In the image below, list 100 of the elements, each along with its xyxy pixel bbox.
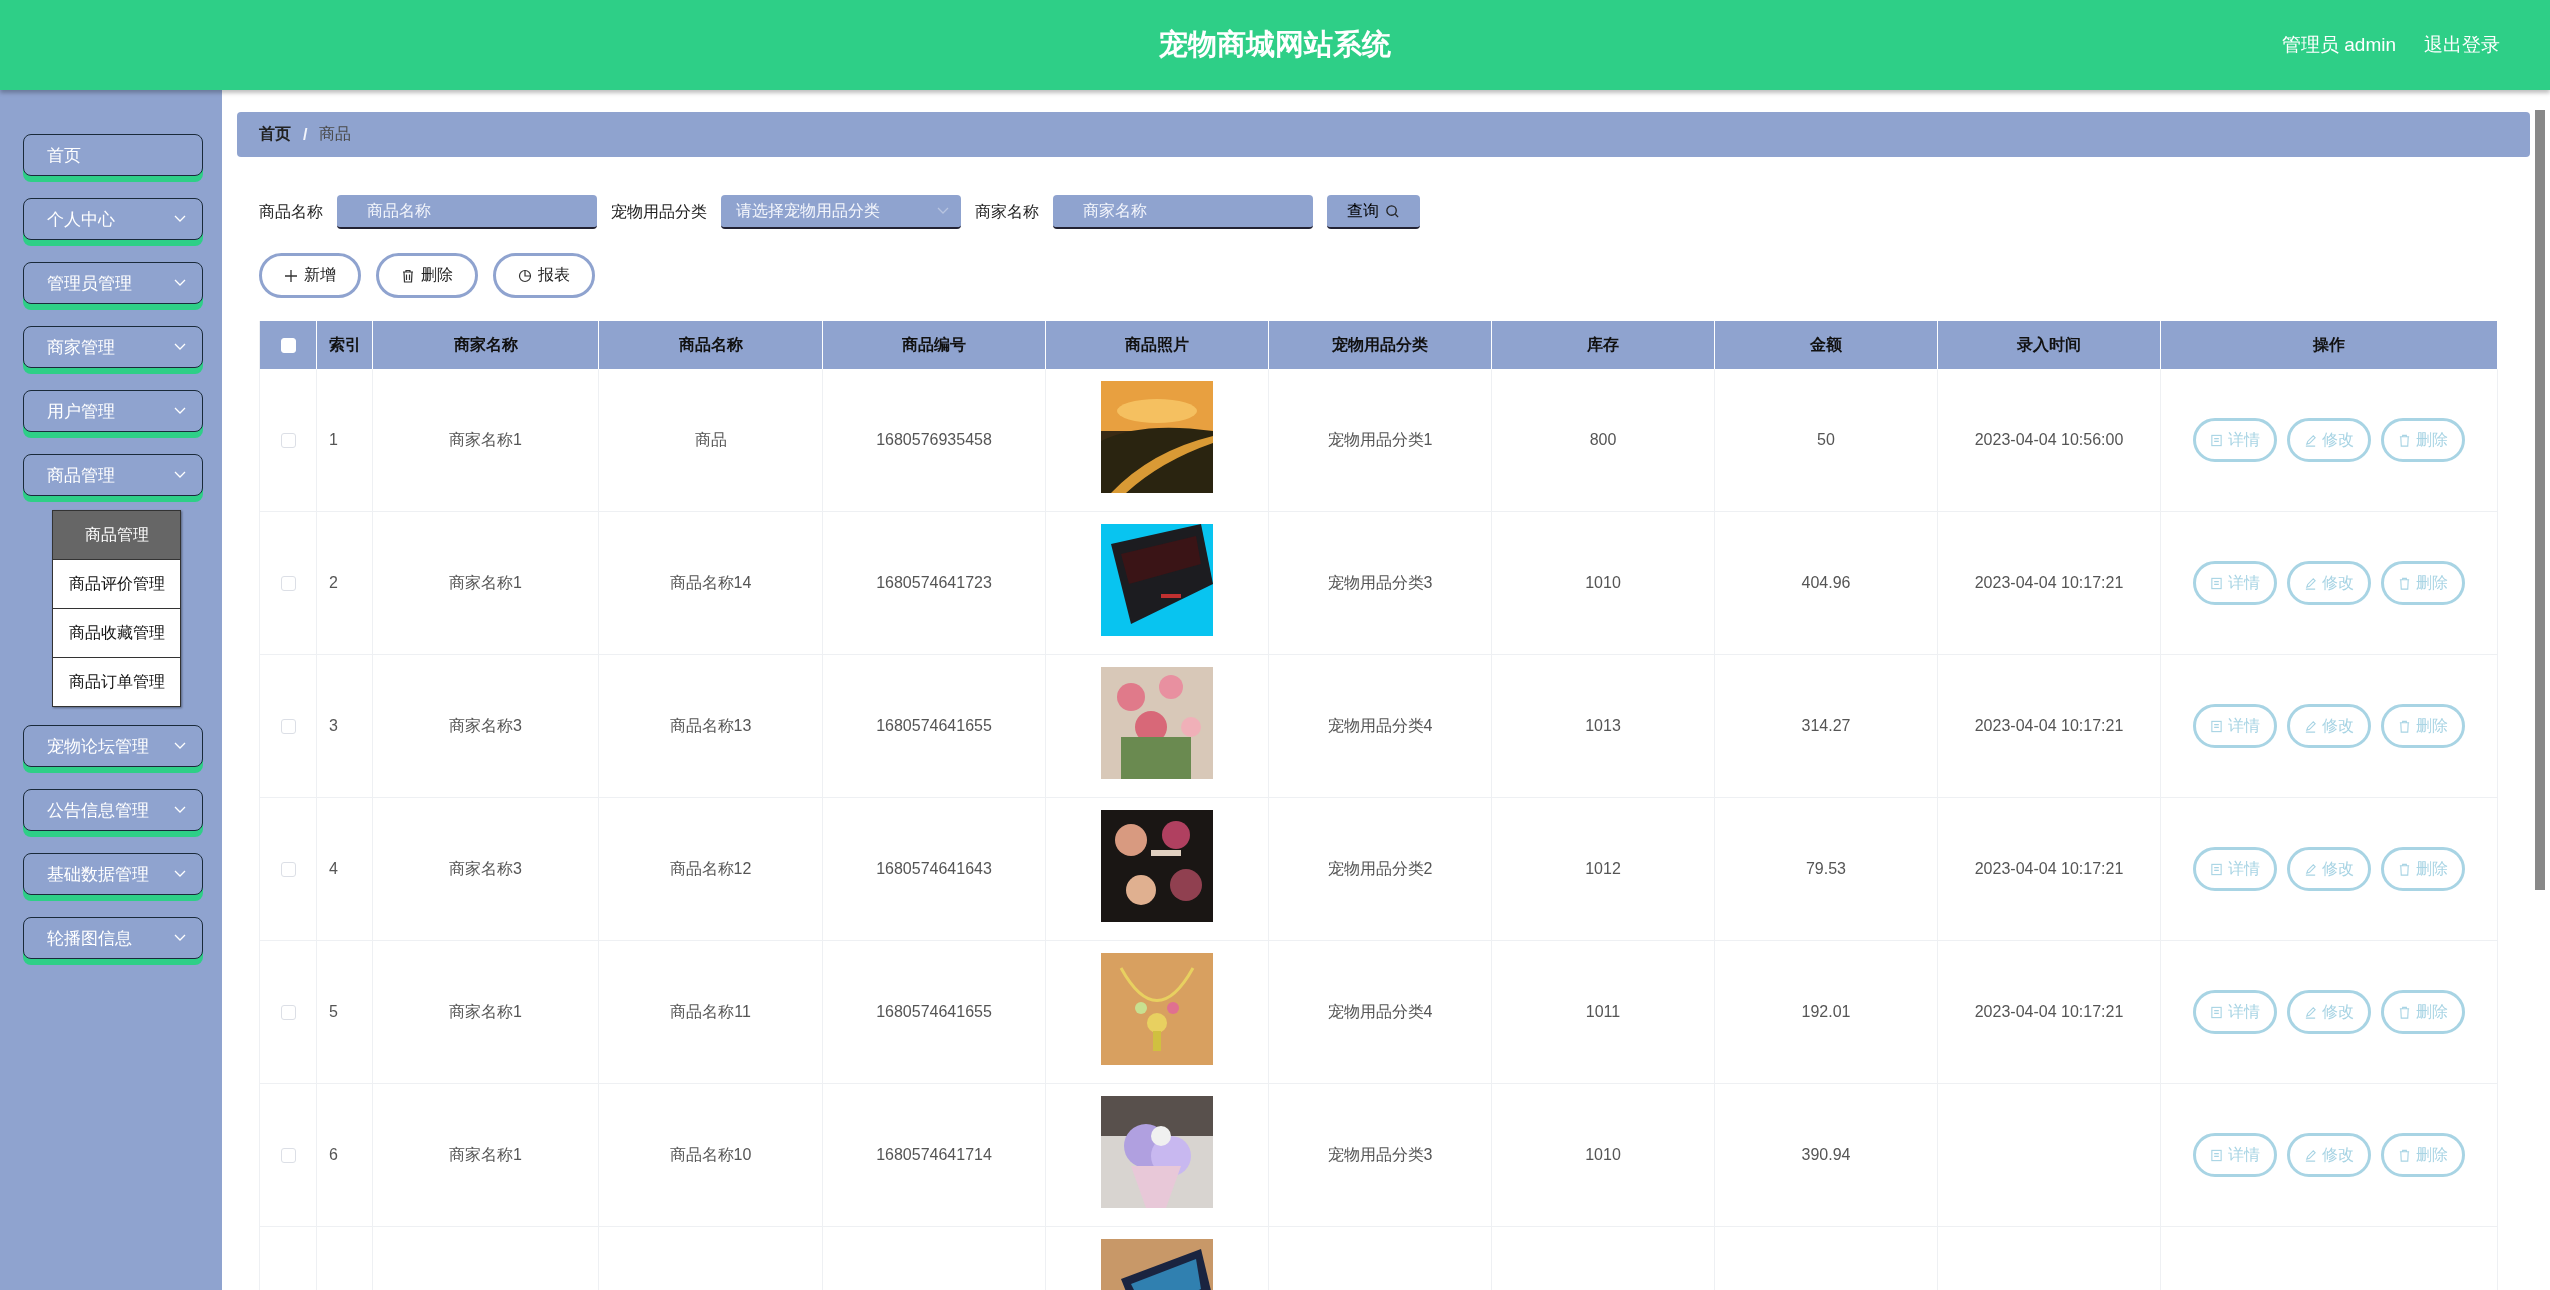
pencil-icon — [2304, 1148, 2317, 1162]
table-cell: 2023-04-04 10:17:21 — [1974, 1003, 2124, 1021]
column-header: 宠物用品分类 — [1332, 334, 1428, 355]
delete-button[interactable]: 删除 — [2381, 990, 2465, 1034]
table-cell: 1010 — [1585, 1146, 1621, 1164]
chevron-icon — [174, 407, 186, 415]
column-header: 金额 — [1810, 334, 1842, 355]
site-title: 宠物商城网站系统 — [1159, 27, 1391, 62]
table-cell-text: 宠物用品分类1 — [1327, 429, 1433, 450]
table-cell: 2023-04-04 10:17:21 — [1974, 574, 2124, 592]
report-button[interactable]: 报表 — [493, 253, 595, 298]
edit-button[interactable]: 修改 — [2287, 418, 2371, 462]
field-label: 商家名称 — [975, 201, 1039, 222]
chevron-icon — [174, 806, 186, 814]
detail-button[interactable]: 详情 — [2193, 704, 2277, 748]
breadcrumb-separator: / — [303, 125, 308, 144]
delete-button[interactable]: 删除 — [2381, 561, 2465, 605]
select-field[interactable]: 请选择宠物用品分类 — [721, 195, 961, 229]
table-cell: 800 — [1589, 431, 1617, 449]
field-label: 宠物用品分类 — [611, 201, 707, 222]
table-cell-text: 商家名称3 — [449, 858, 522, 879]
table-cell: 1011 — [1585, 1003, 1621, 1021]
table-cell-text: 宠物用品分类3 — [1327, 572, 1433, 593]
chevron-icon — [174, 343, 186, 351]
add-button[interactable]: 新增 — [259, 253, 361, 298]
row-checkbox[interactable] — [280, 575, 296, 591]
submenu-item[interactable]: 商品管理 — [53, 511, 180, 559]
table-cell: 5 — [329, 1003, 338, 1021]
field-label: 商品名称 — [259, 201, 323, 222]
document-icon — [2210, 862, 2223, 876]
input-field[interactable]: 商品名称 — [337, 195, 597, 229]
document-icon — [2210, 719, 2223, 733]
column-header: 库存 — [1587, 334, 1619, 355]
select-all-checkbox[interactable] — [280, 337, 296, 353]
table-cell: 2 — [329, 574, 338, 592]
pencil-icon — [2304, 433, 2317, 447]
breadcrumb-link[interactable]: 首页 — [259, 124, 291, 145]
table-cell: 79.53 — [1805, 860, 1846, 878]
trash-icon — [2398, 1148, 2411, 1162]
edit-button[interactable]: 修改 — [2287, 561, 2371, 605]
detail-button[interactable]: 详情 — [2193, 1133, 2277, 1177]
table-cell: 1013 — [1585, 717, 1621, 735]
table-cell-text: 商家名称1 — [449, 1144, 522, 1165]
trash-icon — [2398, 433, 2411, 447]
pencil-icon — [2304, 719, 2317, 733]
scrollbar-thumb[interactable] — [2535, 110, 2545, 890]
edit-button[interactable]: 修改 — [2287, 847, 2371, 891]
row-checkbox[interactable] — [280, 861, 296, 877]
chevron-icon — [174, 742, 186, 750]
row-checkbox[interactable] — [280, 1147, 296, 1163]
column-header: 商家名称 — [453, 334, 518, 355]
table-cell: 1 — [329, 431, 338, 449]
chevron-icon — [174, 870, 186, 878]
table-cell-text: 宠物用品分类2 — [1327, 858, 1433, 879]
table-cell-text: 宠物用品分类4 — [1327, 715, 1433, 736]
table-cell-text: 商品名称11 — [670, 1001, 751, 1022]
search-button[interactable]: 查询 — [1327, 195, 1420, 229]
delete-button[interactable]: 删除 — [2381, 1133, 2465, 1177]
table-cell: 3 — [329, 717, 338, 735]
column-header: 商品照片 — [1125, 334, 1189, 355]
table-cell: 2023-04-04 10:17:21 — [1974, 717, 2124, 735]
delete-button[interactable]: 删除 — [2381, 704, 2465, 748]
submenu-item[interactable]: 商品收藏管理 — [53, 608, 180, 657]
detail-button[interactable]: 详情 — [2193, 990, 2277, 1034]
chevron-icon — [174, 934, 186, 942]
input-field[interactable]: 商家名称 — [1053, 195, 1313, 229]
table-cell: 1010 — [1585, 574, 1621, 592]
trash-icon — [2398, 719, 2411, 733]
submenu-item[interactable]: 商品评价管理 — [53, 559, 180, 608]
trash-icon — [2398, 576, 2411, 590]
pencil-icon — [2304, 1005, 2317, 1019]
detail-button[interactable]: 详情 — [2193, 561, 2277, 605]
chevron-icon — [937, 207, 949, 215]
table-cell-text: 商家名称1 — [449, 1001, 522, 1022]
table-cell: 50 — [1817, 431, 1835, 449]
table-cell-text: 商品名称10 — [669, 1144, 752, 1165]
table-cell: 1680574641723 — [876, 574, 992, 592]
row-checkbox[interactable] — [280, 718, 296, 734]
edit-button[interactable]: 修改 — [2287, 704, 2371, 748]
row-checkbox[interactable] — [280, 432, 296, 448]
trash-icon — [2398, 862, 2411, 876]
edit-button[interactable]: 修改 — [2287, 1133, 2371, 1177]
table-cell-text: 商品名称12 — [669, 858, 752, 879]
row-checkbox[interactable] — [280, 1004, 296, 1020]
delete-button[interactable]: 删除 — [2381, 847, 2465, 891]
detail-button[interactable]: 详情 — [2193, 418, 2277, 462]
pie-chart-icon — [518, 268, 532, 283]
search-icon — [1385, 203, 1400, 219]
table-cell: 2023-04-04 10:56:00 — [1974, 431, 2124, 449]
delete-button[interactable]: 删除 — [2381, 418, 2465, 462]
document-icon — [2210, 433, 2223, 447]
chevron-icon — [174, 215, 186, 223]
logout-link[interactable]: 退出登录 — [2424, 32, 2500, 58]
detail-button[interactable]: 详情 — [2193, 847, 2277, 891]
delete-button[interactable]: 删除 — [376, 253, 478, 298]
edit-button[interactable]: 修改 — [2287, 990, 2371, 1034]
submenu-item[interactable]: 商品订单管理 — [53, 657, 180, 706]
chevron-icon — [174, 279, 186, 287]
pencil-icon — [2304, 862, 2317, 876]
table-cell: 192.01 — [1801, 1003, 1851, 1021]
